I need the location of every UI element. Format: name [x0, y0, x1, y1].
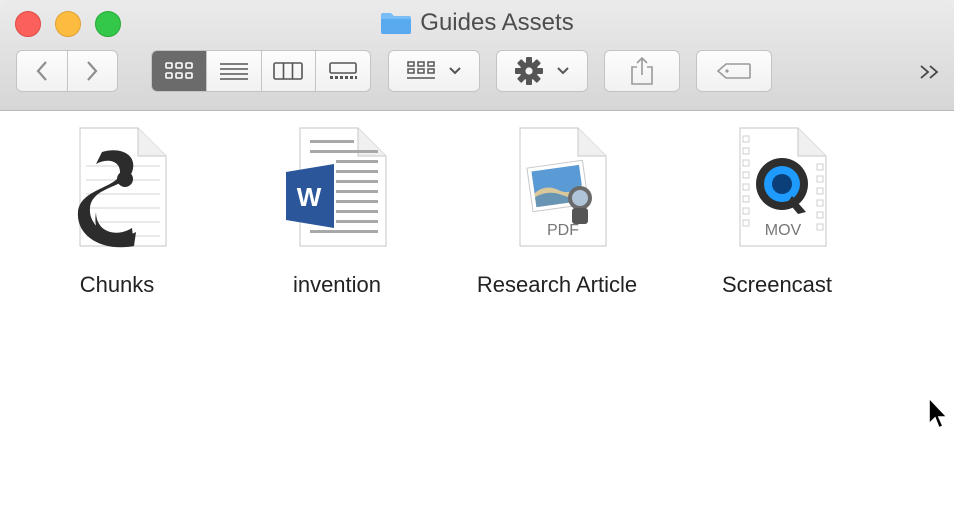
navigation-buttons: [16, 50, 118, 92]
pdf-document-icon: PDF: [502, 124, 612, 252]
group-by-button[interactable]: [388, 50, 480, 92]
share-button[interactable]: [604, 50, 680, 92]
gallery-view-icon: [329, 62, 358, 79]
word-document-icon: W: [282, 124, 392, 252]
share-icon: [631, 56, 653, 85]
toolbar-overflow-button[interactable]: [916, 60, 944, 84]
view-mode-control: [151, 50, 371, 92]
file-name: Chunks: [79, 272, 155, 297]
quicktime-movie-icon: MOV: [722, 124, 832, 252]
chevron-left-icon: [36, 61, 47, 81]
titlebar: Guides Assets: [0, 0, 954, 111]
window-title: Guides Assets: [0, 7, 954, 39]
chevron-down-icon: [449, 67, 461, 75]
file-type-badge: PDF: [547, 222, 579, 239]
list-view-icon: [219, 63, 248, 80]
file-item-research-article[interactable]: PDF Research Article: [447, 124, 667, 304]
forward-button[interactable]: [66, 51, 118, 91]
chevron-right-icon: [87, 61, 98, 81]
group-by-icon: [407, 61, 435, 79]
file-item-invention[interactable]: W invention: [227, 124, 447, 304]
file-name: Research Article: [476, 272, 638, 297]
gear-icon: [515, 57, 543, 85]
icon-view-button[interactable]: [152, 51, 206, 91]
finder-window: Guides Assets Chunks W invention PDF Res…: [0, 0, 954, 510]
column-view-icon: [273, 62, 304, 80]
file-name: invention: [292, 272, 382, 297]
file-item-chunks[interactable]: Chunks: [7, 124, 227, 304]
svg-text:W: W: [297, 182, 322, 212]
gallery-view-button[interactable]: [315, 51, 370, 91]
tags-button[interactable]: [696, 50, 772, 92]
list-view-button[interactable]: [205, 51, 261, 91]
chevron-down-icon: [557, 67, 569, 75]
file-item-screencast[interactable]: MOV Screencast: [667, 124, 887, 304]
scrivener-document-icon: [62, 124, 172, 252]
tag-icon: [716, 63, 751, 79]
back-button[interactable]: [17, 51, 67, 91]
mouse-pointer-icon: [928, 396, 949, 430]
file-type-badge: MOV: [764, 222, 802, 239]
action-menu-button[interactable]: [496, 50, 588, 92]
file-name: Screencast: [721, 272, 833, 297]
window-title-text: Guides Assets: [420, 9, 574, 36]
column-view-button[interactable]: [260, 51, 316, 91]
double-chevron-right-icon: [920, 65, 939, 79]
folder-icon: [381, 13, 412, 34]
icon-view-icon: [165, 62, 193, 79]
